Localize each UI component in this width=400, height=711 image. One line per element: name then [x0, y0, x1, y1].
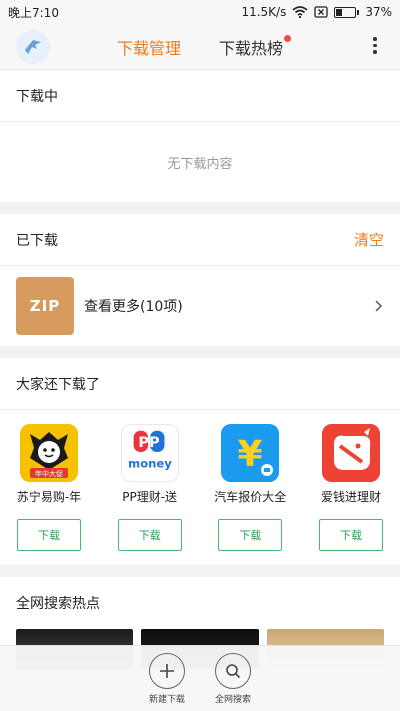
tab-label: 下载热榜: [219, 39, 284, 58]
zip-icon: ZIP: [16, 277, 74, 335]
section-header: 大家还下载了: [0, 358, 400, 410]
new-download-button[interactable]: 新建下载: [148, 652, 185, 705]
network-speed: 11.5K/s: [241, 5, 287, 19]
status-icons: 11.5K/s 37%: [241, 5, 392, 19]
tab-bar: 下载管理 下载热榜: [0, 24, 400, 70]
app-item: 爱钱进理财 下载: [318, 424, 384, 551]
pp-icon-text: PP: [138, 435, 160, 451]
car-price-icon[interactable]: ¥: [221, 424, 280, 482]
status-time: 晚上7:10: [8, 5, 59, 20]
top-navbar: 下载管理 下载热榜: [0, 24, 400, 70]
search-icon: [215, 652, 251, 689]
tab-label: 下载管理: [116, 39, 181, 58]
web-search-button[interactable]: 全网搜索: [215, 652, 252, 705]
section-title: 下载中: [16, 88, 58, 105]
battery-percent: 37%: [365, 5, 392, 19]
app-name: PP理财-送: [122, 490, 178, 504]
download-button[interactable]: 下载: [117, 519, 182, 551]
downloading-section: 下载中 无下载内容: [0, 70, 400, 202]
bottom-action-bar: 新建下载 全网搜索: [0, 645, 400, 711]
app-name: 爱钱进理财: [320, 490, 381, 504]
car-price-icon-text: ¥: [238, 434, 263, 475]
app-name: 苏宁易购-年: [16, 490, 82, 504]
iqianjin-icon[interactable]: [321, 424, 380, 482]
more-vert-icon[interactable]: [370, 37, 380, 54]
section-title: 已下载: [16, 232, 58, 249]
battery-icon: [334, 6, 360, 18]
app-item: ¥ 汽车报价大全 下载: [214, 424, 286, 551]
badge-dot: [284, 35, 292, 42]
wifi-icon: [292, 6, 308, 18]
chevron-right-icon: [375, 300, 383, 312]
section-header: 已下载 清空: [0, 214, 400, 266]
view-more-label: 查看更多(10项): [84, 299, 183, 315]
app-name: 汽车报价大全: [214, 490, 287, 504]
app-list: 年中大促 苏宁易购-年 下载 PP money PP理财-送 下载 ¥ 汽车报价…: [0, 410, 400, 565]
tab-download-charts[interactable]: 下载热榜: [215, 24, 292, 70]
status-bar: 晚上7:10 11.5K/s 37%: [0, 0, 400, 24]
bottom-label: 全网搜索: [215, 694, 252, 705]
downloaded-section: 已下载 清空 ZIP 查看更多(10项): [0, 214, 400, 346]
download-button[interactable]: 下载: [318, 519, 383, 551]
section-header: 下载中: [0, 70, 400, 122]
bottom-label: 新建下载: [148, 694, 185, 705]
view-more-row[interactable]: ZIP 查看更多(10项): [0, 266, 400, 346]
download-button[interactable]: 下载: [218, 519, 283, 551]
suning-icon-text: 年中大促: [35, 469, 63, 478]
recommend-section: 大家还下载了 年中大促 苏宁易购-年 下载 PP money PP理财-送 下载…: [0, 358, 400, 565]
section-title: 全网搜索热点: [16, 596, 100, 612]
suning-icon[interactable]: 年中大促: [20, 424, 78, 482]
clear-button[interactable]: 清空: [354, 229, 384, 250]
plus-icon: [148, 652, 185, 689]
no-sim-icon: [314, 6, 328, 18]
download-button[interactable]: 下载: [17, 519, 81, 551]
section-header: 全网搜索热点: [0, 577, 400, 629]
app-item: PP money PP理财-送 下载: [117, 424, 183, 551]
pp-money-icon[interactable]: PP money: [120, 424, 179, 482]
empty-state: 无下载内容: [167, 156, 233, 172]
app-item: 年中大促 苏宁易购-年 下载: [16, 424, 82, 551]
money-icon-text: money: [128, 456, 172, 470]
tab-download-manager[interactable]: 下载管理: [113, 24, 185, 70]
section-title: 大家还下载了: [16, 376, 100, 393]
